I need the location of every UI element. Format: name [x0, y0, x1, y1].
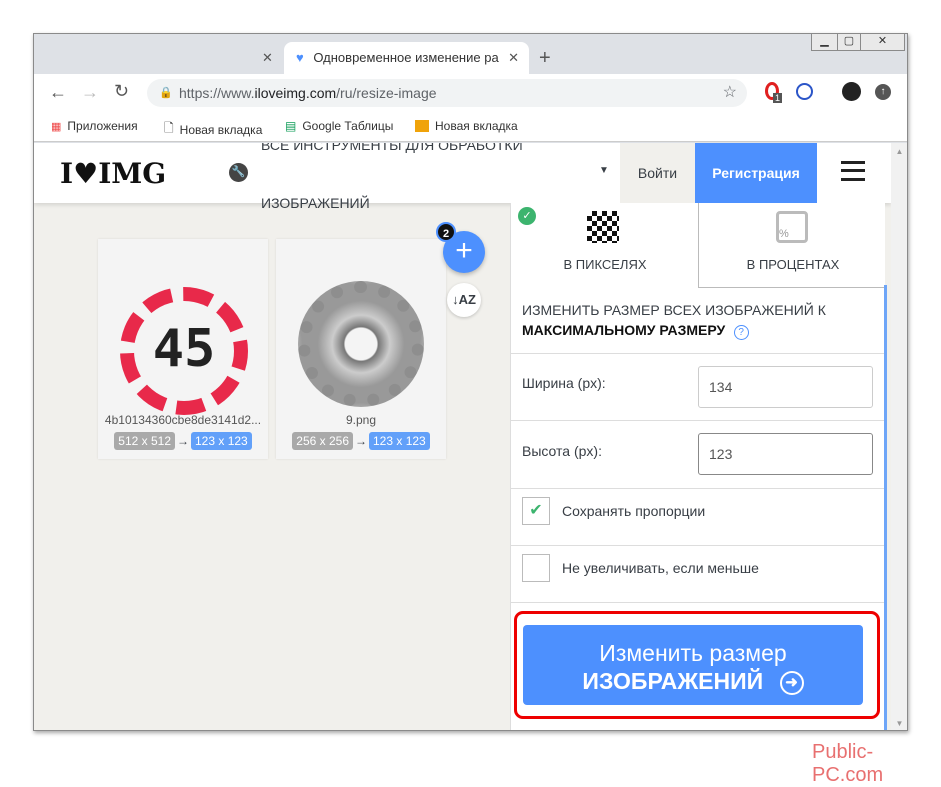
arrow-right-circle-icon: ➜	[779, 670, 804, 695]
file-name: 4b10134360cbe8de3141d2...	[104, 413, 262, 427]
keep-ratio-label: Сохранять пропорции	[562, 503, 706, 519]
scroll-up-icon[interactable]: ▲	[891, 147, 907, 156]
page-content: I♥IMG 🔧 ВСЕ ИНСТРУМЕНТЫ ДЛЯ ОБРАБОТКИ ИЗ…	[34, 143, 891, 730]
wrench-icon: 🔧	[229, 163, 248, 182]
resize-description: ИЗМЕНИТЬ РАЗМЕР ВСЕХ ИЗОБРАЖЕНИЙ К МАКСИ…	[511, 288, 886, 354]
keep-ratio-checkbox[interactable]: ✔	[522, 497, 550, 525]
page-icon: 🗋	[164, 121, 174, 135]
image-icon	[415, 120, 429, 132]
bookmarks-bar: ▦ Приложения 🗋 Новая вкладка ▤ Google Табли…	[34, 112, 907, 142]
tab-close-icon[interactable]: ✕	[262, 42, 273, 74]
tab-percent[interactable]: % В ПРОЦЕНТАХ	[698, 203, 886, 288]
height-input[interactable]: 123	[698, 433, 873, 475]
width-row: Ширина (px): 134	[511, 354, 886, 421]
resize-options-panel: ✓ В ПИКСЕЛЯХ % В ПРОЦЕНТАХ ИЗМЕНИТЬ РАЗМ…	[510, 203, 887, 730]
maximize-button[interactable]: ▢	[837, 34, 861, 51]
login-button[interactable]: Войти	[620, 143, 695, 203]
register-button[interactable]: Регистрация	[695, 143, 817, 203]
close-window-button[interactable]: ✕	[860, 34, 905, 51]
arrow-icon: →	[355, 434, 367, 448]
percent-icon: %	[776, 211, 808, 243]
resize-images-button[interactable]: Изменить размер ИЗОБРАЖЕНИЙ ➜	[523, 625, 863, 705]
scroll-down-icon[interactable]: ▼	[891, 719, 907, 728]
globe-extension-icon[interactable]	[796, 83, 813, 100]
extension-badge: 1	[773, 93, 783, 103]
keep-ratio-row: ✔ Сохранять пропорции	[511, 489, 886, 546]
forward-icon[interactable]: →	[81, 82, 99, 103]
tab-active[interactable]: ♥ Одновременное изменение ра ✕	[284, 42, 529, 74]
width-input[interactable]: 134	[698, 366, 873, 408]
tab-pixels[interactable]: ✓ В ПИКСЕЛЯХ	[511, 203, 699, 287]
bookmark-new-tab[interactable]: 🗋 Новая вкладка	[164, 119, 262, 140]
dropdown-caret-icon[interactable]: ▼	[599, 165, 609, 176]
tab-title: Одновременное изменение ра	[313, 50, 499, 65]
description-text: ИЗМЕНИТЬ РАЗМЕР ВСЕХ ИЗОБРАЖЕНИЙ К	[522, 302, 826, 318]
description-bold: МАКСИМАЛЬНОМУ РАЗМЕРУ	[522, 322, 726, 338]
button-line2: ИЗОБРАЖЕНИЙ	[582, 668, 764, 694]
check-icon: ✓	[518, 207, 536, 225]
bookmark-apps[interactable]: ▦ Приложения	[51, 119, 138, 133]
star-icon[interactable]: ☆	[723, 79, 737, 107]
width-label: Ширина (px):	[522, 375, 606, 391]
watermark: Public-PC.com	[812, 741, 884, 786]
height-label: Высота (px):	[522, 443, 602, 459]
tab-close-icon[interactable]: ✕	[508, 42, 519, 74]
original-size: 512 x 512	[114, 432, 175, 450]
new-size: 123 x 123	[191, 432, 252, 450]
page-scrollbar[interactable]: ▲ ▼	[891, 143, 907, 730]
bookmark-label: Новая вкладка	[179, 122, 263, 137]
sort-az-icon[interactable]: ↓AZ	[447, 283, 481, 317]
help-icon[interactable]: ?	[733, 325, 749, 340]
bookmark-google-sheets[interactable]: ▤ Google Таблицы	[285, 119, 393, 133]
bookmark-label: Приложения	[67, 119, 138, 133]
original-size: 256 x 256	[292, 432, 353, 450]
url-prefix: https://www.	[179, 85, 255, 101]
file-dimensions: 256 x 256 → 123 x 123	[276, 432, 446, 450]
tab-percent-label: В ПРОЦЕНТАХ	[746, 257, 840, 272]
no-enlarge-label: Не увеличивать, если меньше	[562, 560, 759, 576]
no-enlarge-row: Не увеличивать, если меньше	[511, 546, 886, 603]
address-bar[interactable]: 🔒 https://www.iloveimg.com/ru/resize-ima…	[147, 79, 747, 107]
url-path: /ru/resize-image	[336, 85, 437, 101]
url-domain: iloveimg.com	[254, 85, 337, 101]
file-count-badge: 2	[436, 222, 456, 242]
tools-menu[interactable]: ВСЕ ИНСТРУМЕНТЫ ДЛЯ ОБРАБОТКИ	[261, 143, 523, 153]
minimize-button[interactable]: ▁	[811, 34, 838, 51]
toolbar: ← → ↻ 🔒 https://www.iloveimg.com/ru/resi…	[34, 74, 907, 112]
logo[interactable]: I♥IMG	[60, 157, 166, 190]
panel-scroll-indicator	[884, 285, 887, 730]
file-dimensions: 512 x 512 → 123 x 123	[98, 432, 268, 450]
site-header: I♥IMG 🔧 ВСЕ ИНСТРУМЕНТЫ ДЛЯ ОБРАБОТКИ ИЗ…	[34, 143, 891, 211]
height-row: Высота (px): 123	[511, 421, 886, 489]
file-name: 9.png	[345, 413, 377, 427]
bookmark-label: Google Таблицы	[302, 119, 394, 133]
apps-grid-icon: ▦	[51, 120, 62, 133]
update-icon[interactable]: ↑	[875, 84, 891, 100]
tools-menu-line2[interactable]: ИЗОБРАЖЕНИЙ	[261, 195, 370, 211]
browser-window: ▁ ▢ ✕ ✕ ♥ Одновременное изменение ра ✕ +…	[33, 33, 908, 731]
tab-pixels-label: В ПИКСЕЛЯХ	[563, 257, 647, 272]
bookmark-new-tab-2[interactable]: Новая вкладка	[415, 119, 518, 133]
button-line1: Изменить размер	[599, 640, 787, 666]
pixels-icon	[587, 211, 619, 243]
file-card[interactable]: 9.png 256 x 256 → 123 x 123	[276, 239, 446, 459]
hamburger-menu-icon[interactable]	[841, 161, 865, 181]
heart-favicon-icon: ♥	[296, 50, 304, 65]
file-card[interactable]: 45 4b10134360cbe8de3141d2... 512 x 512 → 1…	[98, 239, 268, 459]
no-enlarge-checkbox[interactable]	[522, 554, 550, 582]
arrow-icon: →	[177, 434, 189, 448]
thumbnail-text: 45	[152, 319, 216, 379]
profile-avatar[interactable]	[842, 82, 861, 101]
bookmark-label: Новая вкладка	[435, 119, 518, 133]
reload-icon[interactable]: ↻	[114, 81, 129, 102]
back-icon[interactable]: ←	[49, 82, 67, 103]
new-tab-button[interactable]: +	[539, 42, 551, 74]
gear-thumbnail	[298, 281, 424, 407]
lock-icon: 🔒	[159, 87, 173, 99]
sheets-icon: ▤	[285, 119, 297, 133]
new-size: 123 x 123	[369, 432, 430, 450]
